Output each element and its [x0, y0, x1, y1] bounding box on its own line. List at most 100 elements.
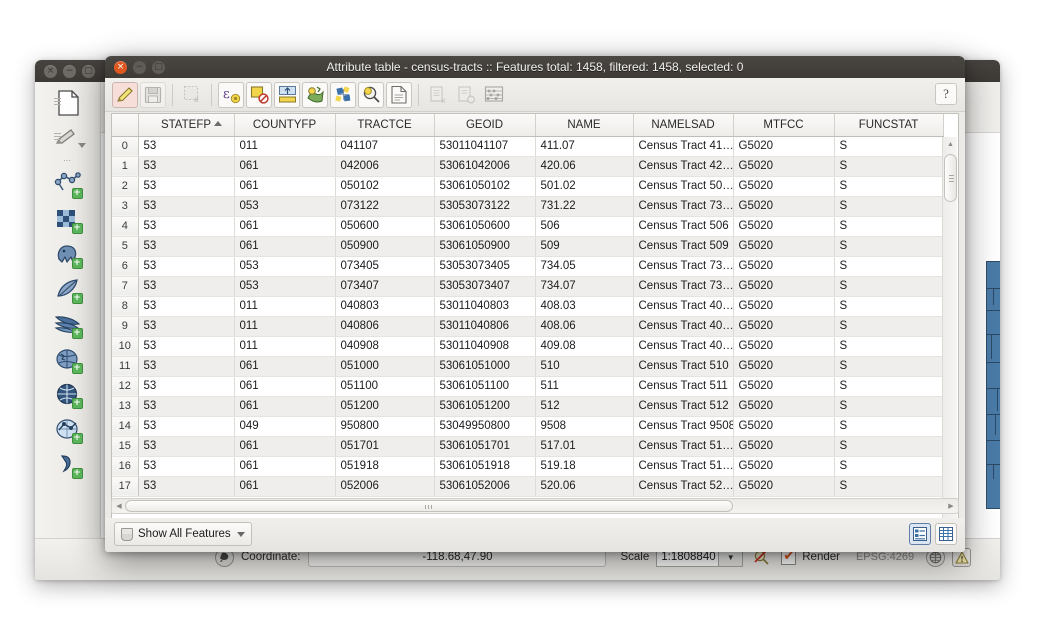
cell-countyfp[interactable]: 061 — [234, 396, 336, 417]
new-field-icon[interactable] — [358, 81, 384, 108]
cell-funcstat[interactable]: S — [834, 356, 944, 377]
pan-to-selection-icon[interactable] — [302, 81, 328, 108]
vertical-scroll-thumb[interactable] — [944, 154, 957, 202]
cell-tractce[interactable]: 040908 — [335, 336, 435, 357]
cell-mtfcc[interactable]: G5020 — [733, 296, 835, 317]
cell-countyfp[interactable]: 011 — [234, 296, 336, 317]
cell-funcstat[interactable]: S — [834, 476, 944, 497]
cell-name[interactable]: 512 — [535, 396, 634, 417]
cell-countyfp[interactable]: 053 — [234, 256, 336, 277]
row-number-header[interactable]: 10 — [112, 336, 139, 357]
cell-namelsad[interactable]: Census Tract 40… — [633, 296, 734, 317]
cell-mtfcc[interactable]: G5020 — [733, 196, 835, 217]
scroll-left-icon[interactable]: ◀ — [113, 500, 125, 512]
cell-funcstat[interactable]: S — [834, 436, 944, 457]
cell-countyfp[interactable]: 011 — [234, 136, 336, 157]
cell-geoid[interactable]: 53061050900 — [434, 236, 536, 257]
chevron-down-icon[interactable] — [236, 531, 245, 537]
cell-namelsad[interactable]: Census Tract 42… — [633, 156, 734, 177]
cell-countyfp[interactable]: 061 — [234, 376, 336, 397]
cell-tractce[interactable]: 050102 — [335, 176, 435, 197]
cell-namelsad[interactable]: Census Tract 9508 — [633, 416, 734, 437]
new-project-icon[interactable] — [48, 86, 88, 120]
cell-statefp[interactable]: 53 — [138, 136, 235, 157]
feature-filter-button[interactable]: Show All Features — [114, 522, 252, 546]
cell-name[interactable]: 408.06 — [535, 316, 634, 337]
cell-countyfp[interactable]: 061 — [234, 216, 336, 237]
attribute-table-help-button[interactable]: ? — [935, 83, 957, 105]
cell-namelsad[interactable]: Census Tract 51… — [633, 456, 734, 477]
attribute-table-titlebar[interactable]: × − □ Attribute table - census-tracts ::… — [105, 56, 965, 78]
cell-statefp[interactable]: 53 — [138, 216, 235, 237]
cell-tractce[interactable]: 073405 — [335, 256, 435, 277]
table-row[interactable]: 2 53 061 050102 53061050102 501.02 Census Trac… — [112, 176, 944, 197]
table-row[interactable]: 10 53 011 040908 53011040908 409.08 Census Tra… — [112, 336, 944, 357]
cell-name[interactable]: 519.18 — [535, 456, 634, 477]
cell-tractce[interactable]: 041107 — [335, 136, 435, 157]
table-row[interactable]: 17 53 061 052006 53061052006 520.06 Census Tra… — [112, 476, 944, 497]
cell-namelsad[interactable]: Census Tract 73… — [633, 256, 734, 277]
row-number-header[interactable]: 17 — [112, 476, 139, 497]
cell-geoid[interactable]: 53053073122 — [434, 196, 536, 217]
cell-geoid[interactable]: 53061051100 — [434, 376, 536, 397]
row-number-header[interactable]: 11 — [112, 356, 139, 377]
row-number-header[interactable]: 13 — [112, 396, 139, 417]
cell-funcstat[interactable]: S — [834, 296, 944, 317]
horizontal-scroll-thumb[interactable] — [125, 500, 733, 512]
table-row[interactable]: 4 53 061 050600 53061050600 506 Census Tract 5… — [112, 216, 944, 237]
table-row[interactable]: 12 53 061 051100 53061051100 511 Census Tract … — [112, 376, 944, 397]
cell-countyfp[interactable]: 049 — [234, 416, 336, 437]
table-row[interactable]: 6 53 053 073405 53053073405 734.05 Census Trac… — [112, 256, 944, 277]
column-header-namelsad[interactable]: NAMELSAD — [633, 114, 734, 137]
table-row[interactable]: 9 53 011 040806 53011040806 408.06 Census Trac… — [112, 316, 944, 337]
cell-namelsad[interactable]: Census Tract 40… — [633, 336, 734, 357]
row-number-header[interactable]: 5 — [112, 236, 139, 257]
table-row[interactable]: 13 53 061 051200 53061051200 512 Census Tract … — [112, 396, 944, 417]
cell-countyfp[interactable]: 011 — [234, 336, 336, 357]
column-header-mtfcc[interactable]: MTFCC — [733, 114, 835, 137]
invert-selection-icon[interactable] — [274, 81, 300, 108]
cell-namelsad[interactable]: Census Tract 506 — [633, 216, 734, 237]
cell-tractce[interactable]: 073407 — [335, 276, 435, 297]
cell-tractce[interactable]: 040806 — [335, 316, 435, 337]
cell-name[interactable]: 409.08 — [535, 336, 634, 357]
cell-countyfp[interactable]: 061 — [234, 436, 336, 457]
table-row[interactable]: 15 53 061 051701 53061051701 517.01 Census Tra… — [112, 436, 944, 457]
table-vertical-scrollbar[interactable]: ▲ ▼ — [942, 137, 957, 552]
cell-mtfcc[interactable]: G5020 — [733, 416, 835, 437]
cell-name[interactable]: 510 — [535, 356, 634, 377]
table-row[interactable]: 5 53 061 050900 53061050900 509 Census Tract 5… — [112, 236, 944, 257]
cell-mtfcc[interactable]: G5020 — [733, 216, 835, 237]
cell-namelsad[interactable]: Census Tract 40… — [633, 316, 734, 337]
cell-funcstat[interactable]: S — [834, 136, 944, 157]
pencil-edit-icon[interactable] — [48, 121, 88, 155]
cell-tractce[interactable]: 042006 — [335, 156, 435, 177]
column-header-name[interactable]: NAME — [535, 114, 634, 137]
cell-countyfp[interactable]: 061 — [234, 456, 336, 477]
open-field-calculator-icon[interactable] — [481, 82, 507, 108]
column-header-tractce[interactable]: TRACTCE — [335, 114, 435, 137]
table-horizontal-scrollbar[interactable]: ◀ ▶ — [111, 498, 959, 514]
cell-tractce[interactable]: 040803 — [335, 296, 435, 317]
table-row[interactable]: 11 53 061 051000 53061051000 510 Census Tract … — [112, 356, 944, 377]
cell-name[interactable]: 506 — [535, 216, 634, 237]
cell-name[interactable]: 501.02 — [535, 176, 634, 197]
add-raster-layer-icon[interactable]: + — [48, 202, 88, 236]
add-mssql-layer-icon[interactable]: + — [48, 307, 88, 341]
cell-statefp[interactable]: 53 — [138, 196, 235, 217]
cell-namelsad[interactable]: Census Tract 73… — [633, 196, 734, 217]
cell-statefp[interactable]: 53 — [138, 276, 235, 297]
cell-namelsad[interactable]: Census Tract 41… — [633, 136, 734, 157]
cell-statefp[interactable]: 53 — [138, 356, 235, 377]
column-header-funcstat[interactable]: FUNCSTAT — [834, 114, 944, 137]
row-number-header[interactable]: 6 — [112, 256, 139, 277]
cell-geoid[interactable]: 53061052006 — [434, 476, 536, 497]
cell-mtfcc[interactable]: G5020 — [733, 436, 835, 457]
cell-name[interactable]: 731.22 — [535, 196, 634, 217]
table-row[interactable]: 0 53 011 041107 53011041107 411.07 Census Trac… — [112, 136, 944, 157]
row-number-header[interactable]: 2 — [112, 176, 139, 197]
cell-mtfcc[interactable]: G5020 — [733, 136, 835, 157]
cell-tractce[interactable]: 073122 — [335, 196, 435, 217]
cell-statefp[interactable]: 53 — [138, 256, 235, 277]
add-delimited-text-layer-icon[interactable]: + — [48, 447, 88, 481]
